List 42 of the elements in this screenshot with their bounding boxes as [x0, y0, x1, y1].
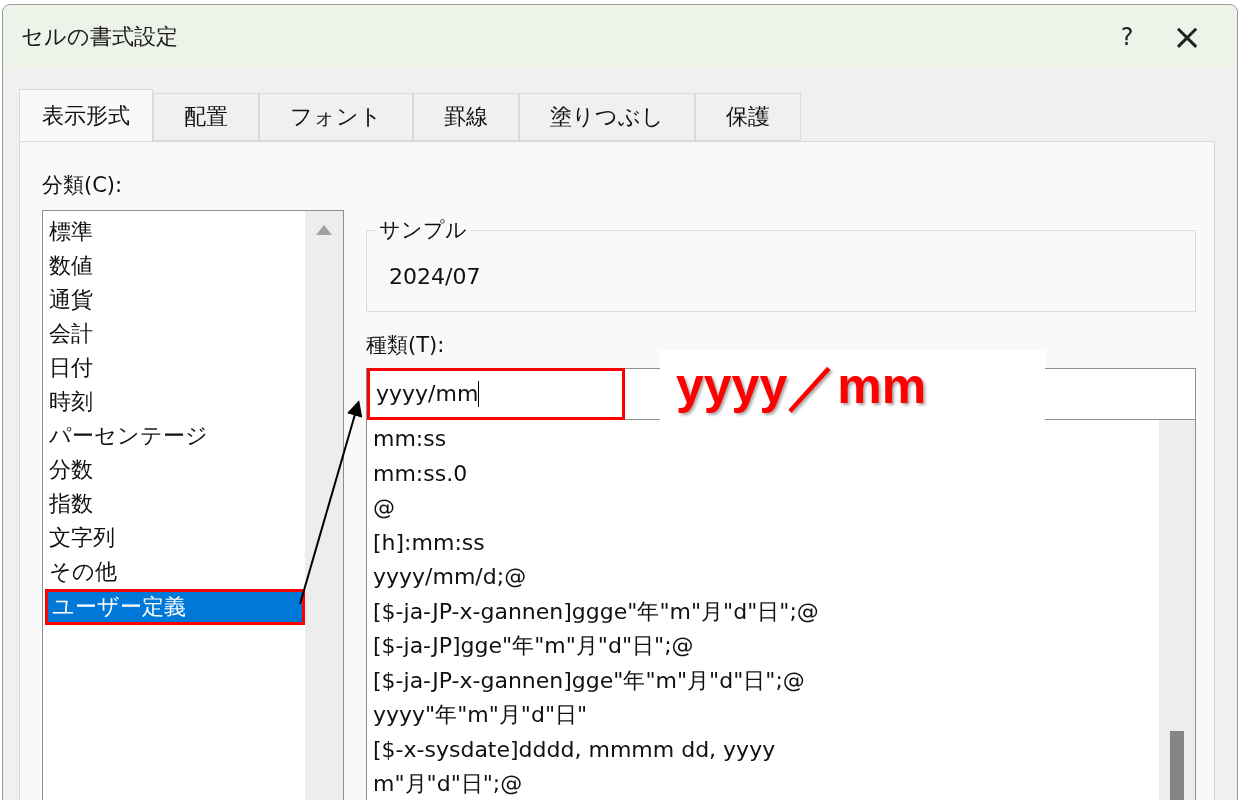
format-list[interactable]: mm:ss mm:ss.0 @ [h]:mm:ss yyyy/mm/d;@ [$-ja-JP-x-gannen]ggge"年"m"月"d"日";@ [$-ja-JP]gge"年"m"月"d"日";@ [$-ja-JP-x-gannen]gge"年"m"月"d"日";@ yyyy"年"m"月"d"日" [$-x-sysdate]dddd, mmmm dd, yyyy m"月"d"日";@: [366, 419, 1196, 800]
scroll-thumb[interactable]: [1170, 731, 1184, 800]
tab[interactable]: 表示形式: [19, 88, 153, 141]
close-button[interactable]: ×: [1157, 18, 1217, 55]
category-item[interactable]: 標準: [45, 214, 305, 249]
scrollbar[interactable]: [1159, 419, 1195, 800]
format-item[interactable]: yyyy"年"m"月"d"日": [373, 697, 1159, 732]
category-item[interactable]: 日付: [45, 350, 305, 385]
format-item[interactable]: m"月"d"日";@: [373, 766, 1159, 800]
format-item[interactable]: mm:ss: [373, 421, 1159, 456]
tab[interactable]: 塗りつぶし: [519, 92, 695, 141]
help-button[interactable]: ?: [1097, 18, 1157, 55]
tab[interactable]: 保護: [695, 92, 801, 141]
category-item[interactable]: 指数: [45, 486, 305, 521]
format-item[interactable]: @: [373, 490, 1159, 525]
category-item[interactable]: 時刻: [45, 384, 305, 419]
highlight-box: yyyy/mm: [367, 367, 625, 420]
category-item[interactable]: その他: [45, 554, 305, 589]
category-item[interactable]: ユーザー定義: [45, 588, 305, 625]
format-item[interactable]: yyyy/mm/d;@: [373, 559, 1159, 594]
format-item[interactable]: mm:ss.0: [373, 456, 1159, 491]
tab[interactable]: 配置: [153, 92, 259, 141]
format-item[interactable]: [$-ja-JP-x-gannen]gge"年"m"月"d"日";@: [373, 663, 1159, 698]
sample-value: 2024/07: [389, 263, 481, 291]
category-item[interactable]: 文字列: [45, 520, 305, 555]
category-item[interactable]: 通貨: [45, 282, 305, 317]
format-item[interactable]: [$-x-sysdate]dddd, mmmm dd, yyyy: [373, 732, 1159, 767]
format-item[interactable]: [$-ja-JP-x-gannen]ggge"年"m"月"d"日";@: [373, 594, 1159, 629]
window-title: セルの書式設定: [21, 23, 178, 52]
tab[interactable]: 罫線: [413, 92, 519, 141]
category-item[interactable]: 分数: [45, 452, 305, 487]
category-label: 分類(C):: [42, 171, 124, 199]
category-list[interactable]: 標準 数値 通貨 会計 日付 時刻 パーセンテージ 分数 指数 文字列 その他 ユーザー定義: [42, 209, 344, 800]
scroll-up-icon[interactable]: [316, 224, 332, 235]
format-item[interactable]: [h]:mm:ss: [373, 525, 1159, 560]
category-item[interactable]: パーセンテージ: [45, 418, 305, 453]
format-item[interactable]: [$-ja-JP]gge"年"m"月"d"日";@: [373, 628, 1159, 663]
tab[interactable]: フォント: [259, 92, 413, 141]
type-label: 種類(T):: [366, 331, 446, 359]
scrollbar[interactable]: [305, 210, 343, 800]
category-item[interactable]: 数値: [45, 248, 305, 283]
category-item[interactable]: 会計: [45, 316, 305, 351]
